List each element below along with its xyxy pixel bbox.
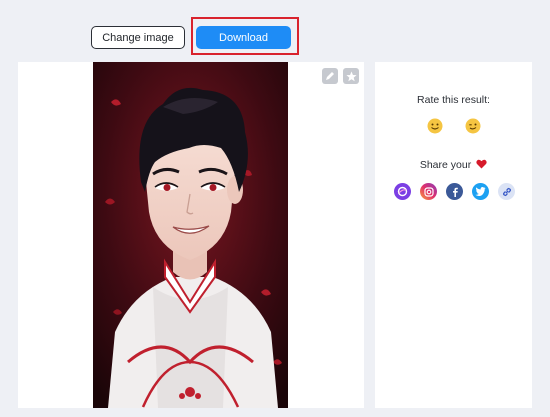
download-button[interactable]: Download [196, 26, 291, 49]
social-share-row [394, 183, 515, 200]
instagram-share-button[interactable] [420, 183, 437, 200]
edit-button[interactable] [322, 68, 338, 84]
result-image-card [18, 62, 364, 408]
twitter-icon [475, 187, 486, 196]
star-icon [345, 71, 357, 81]
image-tools [322, 68, 359, 84]
facebook-icon [452, 187, 458, 197]
rate-title: Rate this result: [417, 94, 490, 106]
share-title: Share your [375, 159, 532, 171]
change-image-button[interactable]: Change image [91, 26, 185, 49]
result-portrait-image [93, 62, 288, 408]
favorite-button[interactable] [343, 68, 359, 84]
facebook-share-button[interactable] [446, 183, 463, 200]
twitter-share-button[interactable] [472, 183, 489, 200]
rating-options [375, 118, 532, 134]
wink-emoji-icon[interactable] [465, 118, 481, 134]
copy-link-button[interactable] [498, 183, 515, 200]
portfolio-icon [397, 186, 408, 197]
share-title-text: Share your [419, 159, 472, 171]
result-side-panel: Rate this result: Share your [375, 62, 532, 408]
toolbar: Change image Download [0, 17, 550, 55]
edit-icon [326, 72, 334, 80]
portfolio-share-button[interactable] [394, 183, 411, 200]
smile-emoji-icon[interactable] [427, 118, 443, 134]
link-icon [502, 187, 511, 196]
heart-icon [476, 159, 487, 169]
instagram-icon [423, 186, 434, 197]
